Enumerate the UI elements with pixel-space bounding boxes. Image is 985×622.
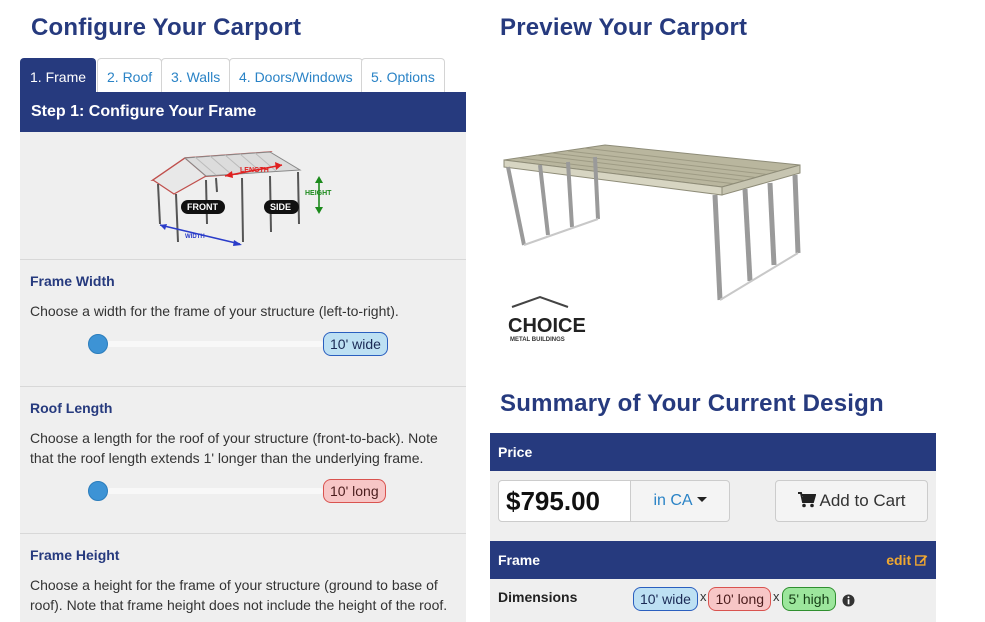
carport-dimension-diagram: LENGTH HEIGHT FRONT SIDE WIDTH [150,151,332,246]
carport-3d-render: CHOICE METAL BUILDINGS [503,144,801,343]
caret-down-icon [696,497,707,503]
frame-width-section: Frame Width Choose a width for the frame… [20,260,466,387]
carport-configurator-page: Configure Your Carport 1. Frame 2. Roof … [0,0,985,622]
cart-icon [797,492,816,508]
tab-doors-windows[interactable]: 4. Doors/Windows [229,58,363,92]
frame-height-title: Frame Height [30,547,120,563]
dimensions-values: 10' wide x 10' long x 5' high [633,587,855,611]
roof-length-section: Roof Length Choose a length for the roof… [20,387,466,534]
config-tabs: 1. Frame 2. Roof 3. Walls 4. Doors/Windo… [20,58,466,92]
state-label: in CA [653,492,693,509]
tab-roof[interactable]: 2. Roof [97,58,163,92]
roof-length-slider-handle[interactable] [88,481,108,501]
edit-icon [915,555,928,566]
price-row: $795.00 in CA Add to Cart [490,471,936,541]
frame-config-panel: LENGTH HEIGHT FRONT SIDE WIDTH Frame Wid… [20,132,466,622]
price-header: Price [490,433,936,471]
edit-label: edit [886,552,912,568]
summary-title: Summary of Your Current Design [500,390,884,417]
carport-preview-image: CHOICE METAL BUILDINGS [490,95,850,350]
roof-length-description: Choose a length for the roof of your str… [30,430,438,466]
roof-length-title: Roof Length [30,400,113,416]
frame-width-slider[interactable] [98,341,323,347]
dim-height-pill: 5' high [781,587,837,611]
frame-summary-label: Frame [498,552,541,568]
price-value: $795.00 [498,480,631,522]
logo-text: CHOICE [508,315,586,337]
tab-options[interactable]: 5. Options [361,58,445,92]
frame-height-section: Frame Height Choose a height for the fra… [20,534,466,622]
dim-separator: x [699,589,707,604]
frame-width-value: 10' wide [323,332,388,356]
info-icon[interactable] [842,594,855,607]
roof-length-slider[interactable] [98,488,323,494]
dimensions-label: Dimensions [498,589,578,605]
frame-width-description: Choose a width for the frame of your str… [30,303,399,319]
diagram-length-label: LENGTH [240,167,269,174]
diagram-height-label: HEIGHT [305,190,332,197]
add-to-cart-label: Add to Cart [819,491,906,510]
frame-summary-header: Frame edit [490,541,936,579]
diagram-side-label: SIDE [270,202,291,212]
frame-height-description: Choose a height for the frame of your st… [30,577,448,613]
frame-diagram: LENGTH HEIGHT FRONT SIDE WIDTH [20,132,466,260]
tab-walls[interactable]: 3. Walls [161,58,231,92]
configure-title: Configure Your Carport [31,14,302,41]
dimensions-row: Dimensions 10' wide x 10' long x 5' high [490,579,936,622]
preview-title: Preview Your Carport [500,14,748,41]
tab-frame[interactable]: 1. Frame [20,58,97,92]
dim-length-pill: 10' long [708,587,772,611]
logo-subtext: METAL BUILDINGS [510,337,565,343]
state-dropdown-button[interactable]: in CA [631,480,730,522]
add-to-cart-button[interactable]: Add to Cart [775,480,928,522]
diagram-front-label: FRONT [187,202,218,212]
dim-separator: x [773,589,780,604]
frame-width-slider-handle[interactable] [88,334,108,354]
diagram-width-label: WIDTH [185,234,205,240]
choice-metal-buildings-logo: CHOICE METAL BUILDINGS [508,295,586,343]
roof-length-value: 10' long [323,479,386,503]
frame-width-title: Frame Width [30,273,115,289]
dim-width-pill: 10' wide [633,587,698,611]
edit-frame-link[interactable]: edit [886,541,928,579]
step-title: Step 1: Configure Your Frame [20,92,466,132]
